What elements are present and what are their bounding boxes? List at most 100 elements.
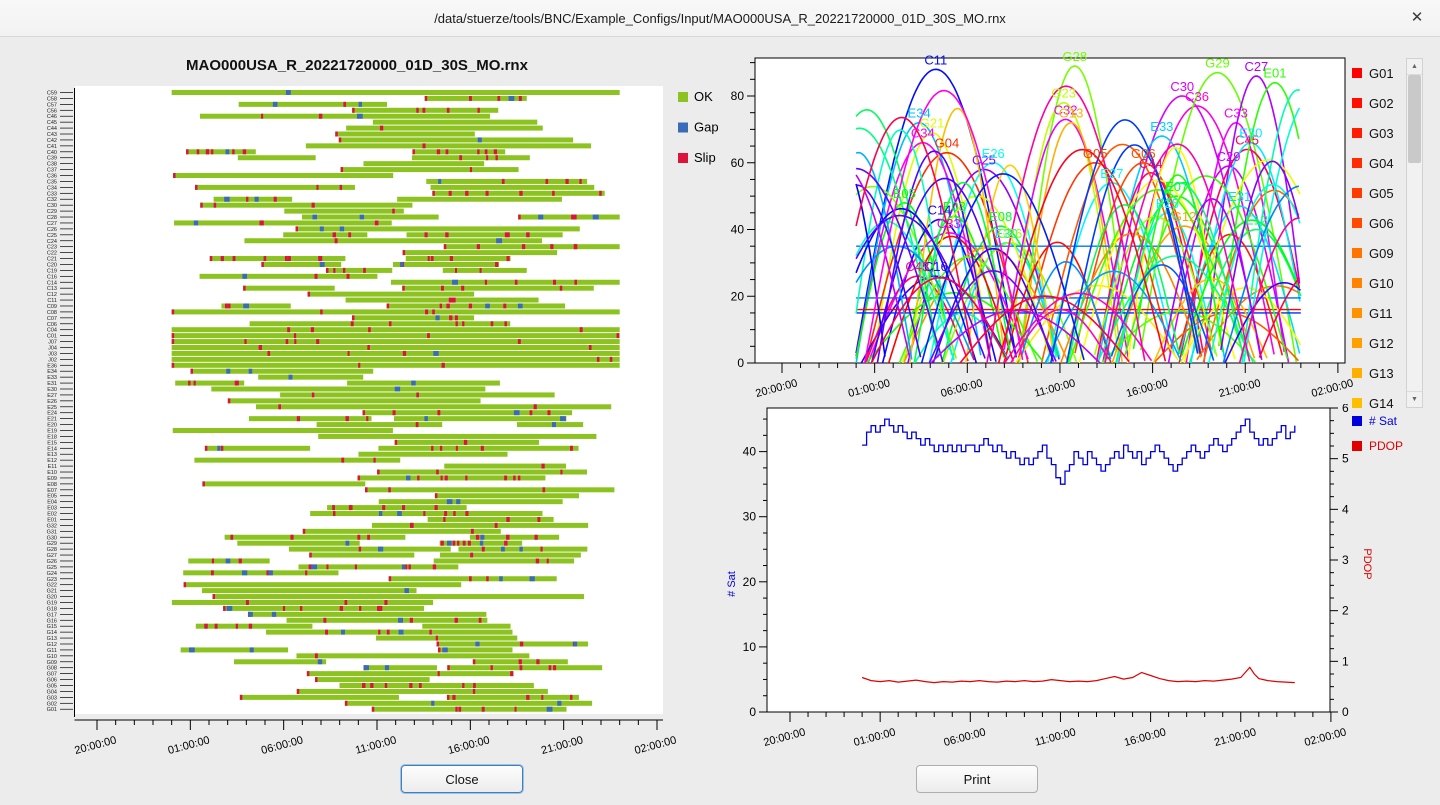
legend-item-label: G04 xyxy=(1369,156,1394,171)
svg-text:2: 2 xyxy=(1342,604,1349,618)
legend-scrollbar[interactable]: ▲ ▼ xyxy=(1406,58,1423,408)
svg-text:16:00:00: 16:00:00 xyxy=(1123,726,1167,749)
svg-text:PDOP: PDOP xyxy=(1361,548,1373,579)
close-button[interactable]: Close xyxy=(401,765,523,793)
svg-text:G26: G26 xyxy=(998,226,1023,241)
legend-item-label: G02 xyxy=(1369,96,1394,111)
svg-text:16:00:00: 16:00:00 xyxy=(1125,377,1169,400)
legend-item-label: G05 xyxy=(1369,186,1394,201)
svg-text:G01: G01 xyxy=(47,707,57,713)
legend-item-G02[interactable]: G02 xyxy=(1352,88,1406,118)
svg-text:80: 80 xyxy=(731,89,745,103)
svg-text:E31: E31 xyxy=(1228,189,1251,204)
svg-text:06:00:00: 06:00:00 xyxy=(260,734,304,757)
svg-text:C33: C33 xyxy=(937,216,961,231)
svg-text:MAO000USA_R_20221720000_01D_30: MAO000USA_R_20221720000_01D_30S_MO.rnx xyxy=(186,57,529,74)
svg-text:C11: C11 xyxy=(924,52,947,67)
svg-text:E07: E07 xyxy=(1165,179,1188,194)
window-titlebar: /data/stuerze/tools/BNC/Example_Configs/… xyxy=(0,0,1440,37)
svg-text:30: 30 xyxy=(743,510,757,524)
svg-text:C36: C36 xyxy=(1185,89,1209,104)
legend-item-label: G01 xyxy=(1369,66,1394,81)
color-swatch xyxy=(1352,68,1362,78)
svg-text:3: 3 xyxy=(1342,553,1349,567)
svg-text:20: 20 xyxy=(731,289,745,303)
legend-item-label: G03 xyxy=(1369,126,1394,141)
color-swatch xyxy=(1352,278,1362,288)
window-close-icon[interactable]: ✕ xyxy=(1404,5,1430,31)
elevation-chart: 02040608020:00:0001:00:0006:00:0011:00:0… xyxy=(720,36,1440,404)
svg-text:21:00:00: 21:00:00 xyxy=(1218,377,1262,400)
svg-text:06:00:00: 06:00:00 xyxy=(943,726,987,749)
svg-text:C44: C44 xyxy=(1139,156,1163,171)
satellite-legend: G01G02G03G04G05G06G09G10G11G12G13G14 xyxy=(1352,58,1406,408)
legend-item-label: G10 xyxy=(1369,276,1394,291)
scroll-up-icon[interactable]: ▲ xyxy=(1407,59,1422,75)
legend-item-G10[interactable]: G10 xyxy=(1352,268,1406,298)
svg-text:20:00:00: 20:00:00 xyxy=(73,734,117,757)
svg-text:01:00:00: 01:00:00 xyxy=(852,726,896,749)
legend-item-label: G11 xyxy=(1369,306,1393,321)
window-title: /data/stuerze/tools/BNC/Example_Configs/… xyxy=(434,11,1006,26)
legend-item-G06[interactable]: G06 xyxy=(1352,208,1406,238)
svg-text:40: 40 xyxy=(731,223,745,237)
svg-text:20:00:00: 20:00:00 xyxy=(754,377,798,400)
svg-text:11:00:00: 11:00:00 xyxy=(354,734,398,756)
svg-text:E05: E05 xyxy=(893,186,916,201)
svg-text:20:00:00: 20:00:00 xyxy=(762,726,806,749)
legend-item-G12[interactable]: G12 xyxy=(1352,328,1406,358)
svg-text:02:00:00: 02:00:00 xyxy=(1310,377,1354,400)
svg-text:G04: G04 xyxy=(935,136,960,151)
color-swatch xyxy=(1352,218,1362,228)
svg-text:E27: E27 xyxy=(1100,166,1123,181)
svg-text:G05: G05 xyxy=(1083,146,1108,161)
svg-text:G13: G13 xyxy=(1059,106,1084,121)
svg-text:1: 1 xyxy=(1342,654,1349,668)
svg-text:C33: C33 xyxy=(1224,106,1248,121)
scrollbar-thumb[interactable] xyxy=(1408,75,1421,163)
svg-text:02:00:00: 02:00:00 xyxy=(633,734,677,757)
legend-item-G13[interactable]: G13 xyxy=(1352,358,1406,388)
legend-item-label: G06 xyxy=(1369,216,1394,231)
svg-text:01:00:00: 01:00:00 xyxy=(167,734,211,757)
svg-text:11:00:00: 11:00:00 xyxy=(1033,377,1077,399)
legend-item-G03[interactable]: G03 xyxy=(1352,118,1406,148)
svg-text:60: 60 xyxy=(731,156,745,170)
svg-text:0: 0 xyxy=(749,705,756,719)
svg-text:21:00:00: 21:00:00 xyxy=(1213,726,1257,749)
svg-text:G12: G12 xyxy=(1172,209,1197,224)
color-swatch xyxy=(1352,158,1362,168)
legend-item-G09[interactable]: G09 xyxy=(1352,238,1406,268)
svg-text:Gap: Gap xyxy=(694,120,719,135)
svg-text:E26: E26 xyxy=(982,146,1005,161)
svg-text:E12: E12 xyxy=(1245,213,1268,228)
svg-text:20: 20 xyxy=(743,575,757,589)
color-swatch xyxy=(1352,128,1362,138)
legend-item-G04[interactable]: G04 xyxy=(1352,148,1406,178)
svg-text:E08: E08 xyxy=(989,209,1012,224)
print-button[interactable]: Print xyxy=(916,765,1038,793)
legend-item-G05[interactable]: G05 xyxy=(1352,178,1406,208)
svg-text:10: 10 xyxy=(743,640,757,654)
legend-item-label: G09 xyxy=(1369,246,1394,261)
svg-text:G29: G29 xyxy=(1205,56,1230,71)
svg-text:21:00:00: 21:00:00 xyxy=(540,734,584,757)
svg-text:OK: OK xyxy=(694,89,713,104)
svg-text:C43: C43 xyxy=(905,259,929,274)
color-swatch xyxy=(1352,98,1362,108)
legend-item-label: G12 xyxy=(1369,336,1394,351)
svg-text:# Sat: # Sat xyxy=(726,571,738,597)
svg-text:11:00:00: 11:00:00 xyxy=(1034,726,1078,748)
svg-text:E01: E01 xyxy=(1263,66,1286,81)
color-swatch xyxy=(1352,188,1362,198)
legend-item-G11[interactable]: G11 xyxy=(1352,298,1406,328)
svg-text:01:00:00: 01:00:00 xyxy=(847,377,891,400)
legend-item-G01[interactable]: G01 xyxy=(1352,58,1406,88)
color-swatch xyxy=(1352,368,1362,378)
svg-text:0: 0 xyxy=(737,356,744,370)
color-swatch xyxy=(1352,308,1362,318)
svg-text:4: 4 xyxy=(1342,502,1349,516)
svg-text:G23: G23 xyxy=(1051,86,1076,101)
svg-text:G28: G28 xyxy=(1062,49,1087,64)
svg-text:5: 5 xyxy=(1342,452,1349,466)
